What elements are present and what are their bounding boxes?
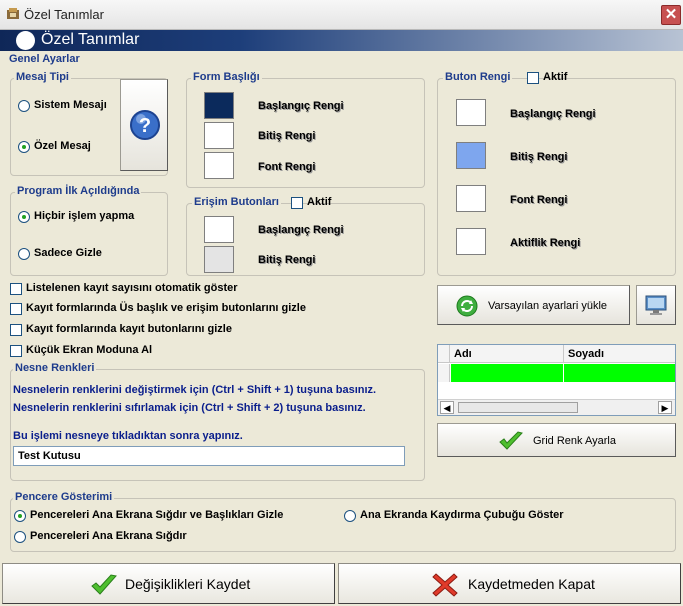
- buton-active-color-label: Aktiflik Rengi: [510, 237, 581, 249]
- radio-fit-label: Pencereleri Ana Ekrana Sığdır: [30, 530, 187, 542]
- erisim-aktif-checkbox[interactable]: [291, 197, 303, 209]
- checkbox-small-screen-label: Küçük Ekran Moduna Al: [26, 344, 153, 356]
- erisim-end-color-label: Bitiş Rengi: [258, 254, 316, 266]
- checkbox-auto-count[interactable]: [10, 283, 22, 295]
- erisim-legend: Erişim Butonları: [192, 196, 281, 208]
- form-header: Özel Tanımlar: [0, 30, 683, 51]
- form-start-color-label: Başlangıç Rengi: [258, 100, 344, 112]
- pencere-group: [10, 498, 676, 552]
- close-without-save-button[interactable]: Kaydetmeden Kapat: [338, 563, 681, 604]
- test-text-input[interactable]: [13, 446, 405, 466]
- screen-settings-button[interactable]: [636, 285, 676, 325]
- load-defaults-button[interactable]: Varsayılan ayarlari yükle: [437, 285, 630, 325]
- grid-col-adi: Adı: [454, 348, 472, 360]
- form-end-color-label: Bitiş Rengi: [258, 130, 316, 142]
- radio-hicbir-islem[interactable]: [18, 211, 30, 223]
- buton-rengi-legend: Buton Rengi: [443, 71, 513, 83]
- buton-active-color-swatch[interactable]: [456, 228, 486, 255]
- grid-color-button[interactable]: Grid Renk Ayarla: [437, 423, 676, 457]
- grid-header: Adı Soyadı: [438, 345, 675, 363]
- program-ilk-group: [10, 192, 168, 276]
- radio-fit[interactable]: [14, 531, 26, 543]
- checkbox-hide-header-label: Kayıt formlarında Üs başlık ve erişim bu…: [26, 302, 306, 314]
- app-icon: [7, 8, 19, 19]
- scroll-right-icon[interactable]: ▶: [658, 401, 672, 414]
- window-title: Özel Tanımlar: [24, 7, 104, 22]
- checkbox-hide-header[interactable]: [10, 303, 22, 315]
- save-check-icon: [91, 574, 117, 595]
- radio-hicbir-islem-label: Hiçbir işlem yapma: [34, 210, 135, 222]
- nesne-info-line3: Bu işlemi nesneye tıkladıktan sonra yapı…: [13, 430, 243, 442]
- form-font-color-label: Font Rengi: [258, 161, 316, 173]
- close-icon: ✕: [664, 6, 678, 23]
- radio-ozel-mesaj[interactable]: [18, 141, 30, 153]
- buton-end-color-swatch[interactable]: [456, 142, 486, 169]
- erisim-aktif-label: Aktif: [307, 196, 332, 208]
- header-title: Özel Tanımlar: [41, 31, 140, 48]
- nesne-info-line1: Nesnelerin renklerini değiştirmek için (…: [13, 384, 377, 396]
- help-button[interactable]: ?: [120, 79, 168, 171]
- scroll-thumb[interactable]: [458, 402, 578, 413]
- save-changes-label: Değişiklikleri Kaydet: [125, 576, 251, 592]
- checkbox-hide-record-buttons-label: Kayıt formlarında kayıt butonlarını gizl…: [26, 323, 232, 335]
- form-basligi-legend: Form Başlığı: [191, 71, 262, 83]
- grid-horizontal-scrollbar[interactable]: ◀ ▶: [438, 399, 675, 415]
- radio-sistem-mesaji[interactable]: [18, 100, 30, 112]
- svg-text:?: ?: [139, 115, 151, 137]
- radio-show-scrollbar[interactable]: [344, 510, 356, 522]
- form-end-color-swatch[interactable]: [204, 122, 234, 149]
- load-defaults-label: Varsayılan ayarlari yükle: [488, 300, 608, 312]
- radio-sadece-gizle-label: Sadece Gizle: [34, 247, 102, 259]
- buton-end-color-label: Bitiş Rengi: [510, 151, 568, 163]
- refresh-icon: [456, 295, 478, 317]
- checkbox-hide-record-buttons[interactable]: [10, 324, 22, 336]
- buton-aktif-checkbox[interactable]: [527, 72, 539, 84]
- mesaj-tipi-legend: Mesaj Tipi: [14, 71, 71, 83]
- grid-row[interactable]: [438, 364, 675, 382]
- close-without-save-label: Kaydetmeden Kapat: [468, 576, 595, 592]
- grid-cell-adi[interactable]: [451, 364, 563, 382]
- grid-color-label: Grid Renk Ayarla: [533, 435, 616, 447]
- sample-grid[interactable]: Adı Soyadı ◀ ▶: [437, 344, 676, 416]
- nesne-renkleri-legend: Nesne Renkleri: [13, 362, 97, 374]
- radio-sadece-gizle[interactable]: [18, 248, 30, 260]
- buton-font-color-label: Font Rengi: [510, 194, 568, 206]
- monitor-icon: [645, 295, 667, 315]
- buton-start-color-swatch[interactable]: [456, 99, 486, 126]
- radio-sistem-mesaji-label: Sistem Mesajı: [34, 99, 107, 111]
- nesne-info-line2: Nesnelerin renklerini sıfırlamak için (C…: [13, 402, 366, 414]
- radio-ozel-mesaj-label: Özel Mesaj: [34, 140, 91, 152]
- buton-aktif-label: Aktif: [543, 71, 568, 83]
- radio-fit-hide-titles-label: Pencereleri Ana Ekrana Sığdır ve Başlıkl…: [30, 509, 284, 521]
- erisim-start-color-swatch[interactable]: [204, 216, 234, 243]
- radio-show-scrollbar-label: Ana Ekranda Kaydırma Çubuğu Göster: [360, 509, 564, 521]
- checkbox-auto-count-label: Listelenen kayıt sayısını otomatik göste…: [26, 282, 238, 294]
- erisim-end-color-swatch[interactable]: [204, 246, 234, 273]
- header-circle-icon: [16, 31, 35, 50]
- grid-col-soyadi: Soyadı: [568, 348, 605, 360]
- scroll-left-icon[interactable]: ◀: [440, 401, 454, 414]
- radio-fit-hide-titles[interactable]: [14, 510, 26, 522]
- grid-cell-soyadi[interactable]: [564, 364, 675, 382]
- erisim-start-color-label: Başlangıç Rengi: [258, 224, 344, 236]
- save-changes-button[interactable]: Değişiklikleri Kaydet: [2, 563, 335, 604]
- form-start-color-swatch[interactable]: [204, 92, 234, 119]
- close-button[interactable]: ✕: [661, 5, 681, 25]
- form-font-color-swatch[interactable]: [204, 152, 234, 179]
- help-icon: ?: [130, 110, 160, 140]
- checkmark-icon: [499, 431, 523, 450]
- general-settings-title: Genel Ayarlar: [9, 53, 80, 65]
- buton-start-color-label: Başlangıç Rengi: [510, 108, 596, 120]
- pencere-legend: Pencere Gösterimi: [13, 491, 115, 503]
- checkbox-small-screen[interactable]: [10, 345, 22, 357]
- program-ilk-legend: Program İlk Açıldığında: [15, 185, 142, 197]
- title-bar: Özel Tanımlar ✕: [0, 0, 683, 30]
- buton-font-color-swatch[interactable]: [456, 185, 486, 212]
- cancel-x-icon: [432, 573, 458, 597]
